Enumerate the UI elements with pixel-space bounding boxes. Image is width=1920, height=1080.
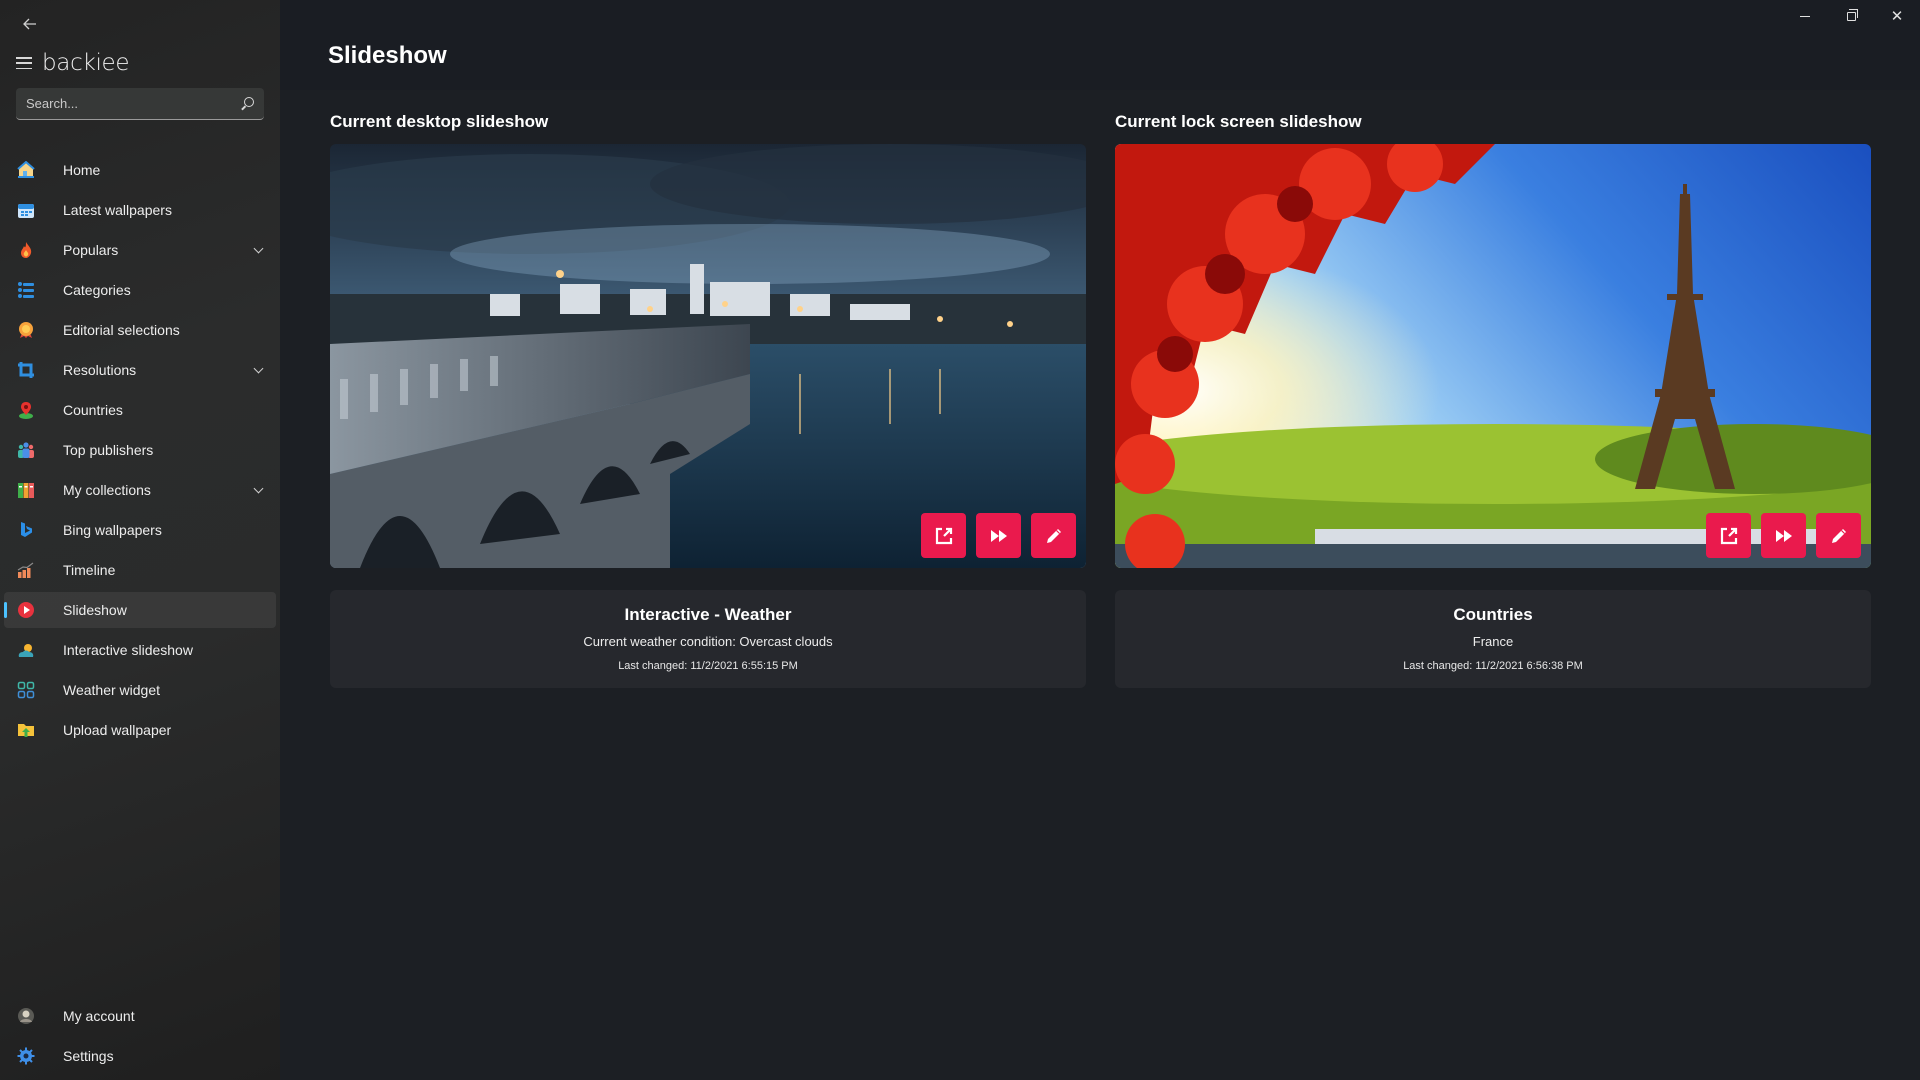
close-icon: ✕ [1890, 7, 1904, 25]
avatar-icon [16, 1006, 36, 1026]
sidebar-item-editorial-selections[interactable]: Editorial selections [4, 312, 276, 348]
last-changed-timestamp: Last changed: 11/2/2021 6:55:15 PM [618, 660, 798, 672]
header [280, 0, 1920, 90]
edit-button[interactable] [1031, 513, 1076, 558]
edit-button[interactable] [1816, 513, 1861, 558]
play-icon [16, 600, 36, 620]
award-icon [16, 320, 36, 340]
sidebar-item-top-publishers[interactable]: Top publishers [4, 432, 276, 468]
next-wallpaper-button[interactable] [1761, 513, 1806, 558]
chevron-down-icon[interactable] [253, 363, 264, 374]
sidebar-item-timeline[interactable]: Timeline [4, 552, 276, 588]
sidebar-item-slideshow[interactable]: Slideshow [4, 592, 276, 628]
lockscreen-actions [1706, 513, 1861, 558]
fast-forward-icon [990, 529, 1007, 542]
crop-icon [16, 360, 36, 380]
last-changed-timestamp: Last changed: 11/2/2021 6:56:38 PM [1403, 660, 1583, 672]
grid-icon [16, 680, 36, 700]
restore-icon [1846, 8, 1858, 21]
slideshow-source-title: Interactive - Weather [624, 605, 792, 624]
window-controls: ✕ [1782, 0, 1920, 32]
lockscreen-slideshow-panel: Current lock screen slideshow Countries … [1115, 112, 1871, 688]
sidebar-bottom-nav: My account Settings [4, 998, 276, 1078]
desktop-slideshow-panel: Current desktop slideshow Interactive - … [330, 112, 1086, 688]
wallpaper-image [1115, 144, 1871, 568]
sidebar-item-countries[interactable]: Countries [4, 392, 276, 428]
sidebar-nav: Home Latest wallpapers Populars Categori… [4, 152, 276, 752]
map-pin-icon [16, 400, 36, 420]
search-input[interactable] [26, 96, 240, 111]
sidebar-item-categories[interactable]: Categories [4, 272, 276, 308]
binders-icon [16, 480, 36, 500]
sidebar-item-upload-wallpaper[interactable]: Upload wallpaper [4, 712, 276, 748]
minimize-icon [1800, 15, 1810, 17]
bing-icon [16, 520, 36, 540]
sidebar-item-weather-widget[interactable]: Weather widget [4, 672, 276, 708]
pencil-icon [1046, 528, 1061, 543]
open-external-button[interactable] [1706, 513, 1751, 558]
fast-forward-icon [1775, 529, 1792, 542]
lockscreen-wallpaper-preview[interactable] [1115, 144, 1871, 568]
sidebar-item-home[interactable]: Home [4, 152, 276, 188]
wallpaper-image [330, 144, 1086, 568]
desktop-wallpaper-preview[interactable] [330, 144, 1086, 568]
slideshow-source-title: Countries [1453, 605, 1533, 624]
brand: backiee [16, 50, 130, 76]
sidebar-item-interactive-slideshow[interactable]: Interactive slideshow [4, 632, 276, 668]
slideshow-source-detail: Current weather condition: Overcast clou… [583, 634, 833, 649]
close-button[interactable]: ✕ [1874, 0, 1920, 32]
list-icon [16, 280, 36, 300]
page-title: Slideshow [328, 42, 447, 69]
sidebar-item-latest-wallpapers[interactable]: Latest wallpapers [4, 192, 276, 228]
open-external-icon [1720, 527, 1737, 544]
panel-heading: Current desktop slideshow [330, 112, 549, 131]
open-external-button[interactable] [921, 513, 966, 558]
app-window: backiee Home Latest wallpapers [0, 0, 1920, 1080]
desktop-actions [921, 513, 1076, 558]
folder-upload-icon [16, 720, 36, 740]
bar-chart-icon [16, 560, 36, 580]
hamburger-icon[interactable] [16, 57, 32, 69]
sidebar-item-populars[interactable]: Populars [4, 232, 276, 268]
restore-button[interactable] [1828, 0, 1874, 32]
chevron-down-icon[interactable] [253, 243, 264, 254]
search-icon[interactable] [240, 96, 254, 111]
fire-icon [16, 240, 36, 260]
desktop-info-card: Interactive - Weather Current weather co… [330, 590, 1086, 688]
chevron-down-icon[interactable] [253, 483, 264, 494]
slideshow-source-detail: France [1472, 634, 1514, 649]
sidebar-item-settings[interactable]: Settings [4, 1038, 276, 1074]
sidebar-item-bing-wallpapers[interactable]: Bing wallpapers [4, 512, 276, 548]
brand-name: backiee [42, 50, 130, 76]
sidebar-item-my-account[interactable]: My account [4, 998, 276, 1034]
minimize-button[interactable] [1782, 0, 1828, 32]
back-button[interactable] [12, 12, 48, 36]
panel-heading: Current lock screen slideshow [1115, 112, 1362, 131]
home-icon [16, 160, 36, 180]
weather-icon [16, 640, 36, 660]
people-icon [16, 440, 36, 460]
sidebar: backiee Home Latest wallpapers [0, 0, 280, 1080]
main-content: Slideshow Current desktop slideshow Inte… [280, 0, 1920, 1080]
gear-icon [16, 1046, 36, 1066]
sidebar-item-my-collections[interactable]: My collections [4, 472, 276, 508]
sidebar-item-resolutions[interactable]: Resolutions [4, 352, 276, 388]
arrow-left-icon [23, 18, 36, 30]
lockscreen-info-card: Countries France Last changed: 11/2/2021… [1115, 590, 1871, 688]
open-external-icon [935, 527, 952, 544]
search-box [16, 88, 264, 120]
pencil-icon [1831, 528, 1846, 543]
next-wallpaper-button[interactable] [976, 513, 1021, 558]
calendar-icon [16, 200, 36, 220]
